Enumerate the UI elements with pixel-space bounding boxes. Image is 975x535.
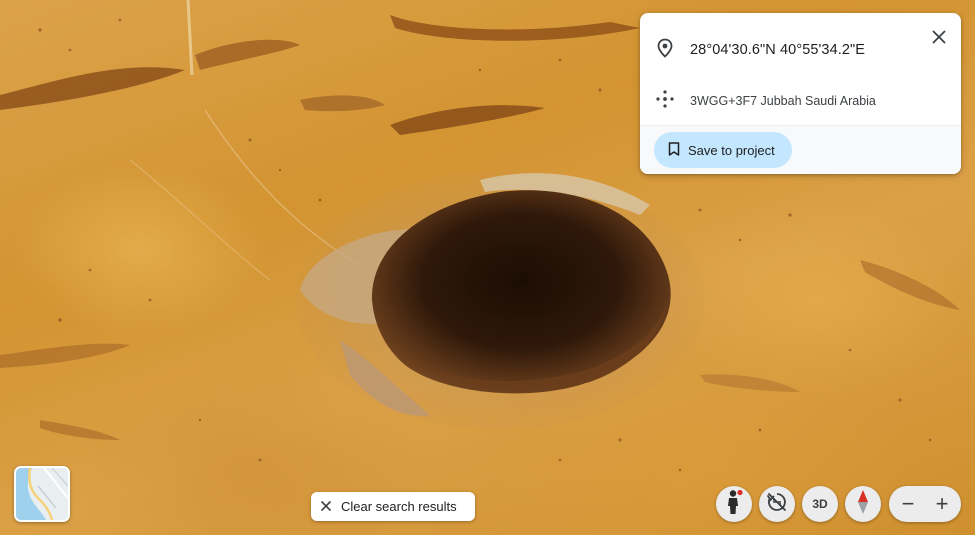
zoom-out-button[interactable]: − <box>897 493 919 515</box>
map-type-toggle[interactable] <box>14 466 70 522</box>
compass-button[interactable] <box>845 486 881 522</box>
location-pin-icon <box>656 38 674 63</box>
toggle-3d-button[interactable]: 3D <box>802 486 838 522</box>
plus-code-icon <box>655 89 675 114</box>
pegman-button[interactable] <box>716 486 752 522</box>
zoom-controls: − + <box>889 486 961 522</box>
clear-search-results-button[interactable]: Clear search results <box>311 492 475 521</box>
close-button[interactable] <box>927 27 951 51</box>
close-icon <box>932 30 946 49</box>
coordinates-row[interactable]: 28°04'30.6"N 40°55'34.2"E <box>640 25 961 75</box>
coordinates-text: 28°04'30.6"N 40°55'34.2"E <box>690 42 866 58</box>
toggle-3d-label: 3D <box>812 497 828 511</box>
bookmark-icon <box>668 141 680 159</box>
location-info-card: 28°04'30.6"N 40°55'34.2"E 3WGG+3F7 Jubba… <box>640 13 961 174</box>
zoom-in-button[interactable]: + <box>931 493 953 515</box>
plus-code-row[interactable]: 3WGG+3F7 Jubbah Saudi Arabia <box>640 77 961 125</box>
compass-icon <box>856 489 870 520</box>
minimap-thumbnail-icon <box>16 468 68 520</box>
clear-search-results-label: Clear search results <box>341 499 457 514</box>
card-footer: Save to project <box>640 125 961 174</box>
rotation-lock-button[interactable] <box>759 486 795 522</box>
plus-code-text: 3WGG+3F7 Jubbah Saudi Arabia <box>690 94 876 108</box>
save-to-project-label: Save to project <box>688 142 775 158</box>
person-icon <box>724 489 744 520</box>
save-to-project-button[interactable]: Save to project <box>654 132 792 168</box>
rotation-lock-icon <box>766 491 788 518</box>
close-icon <box>321 499 331 514</box>
